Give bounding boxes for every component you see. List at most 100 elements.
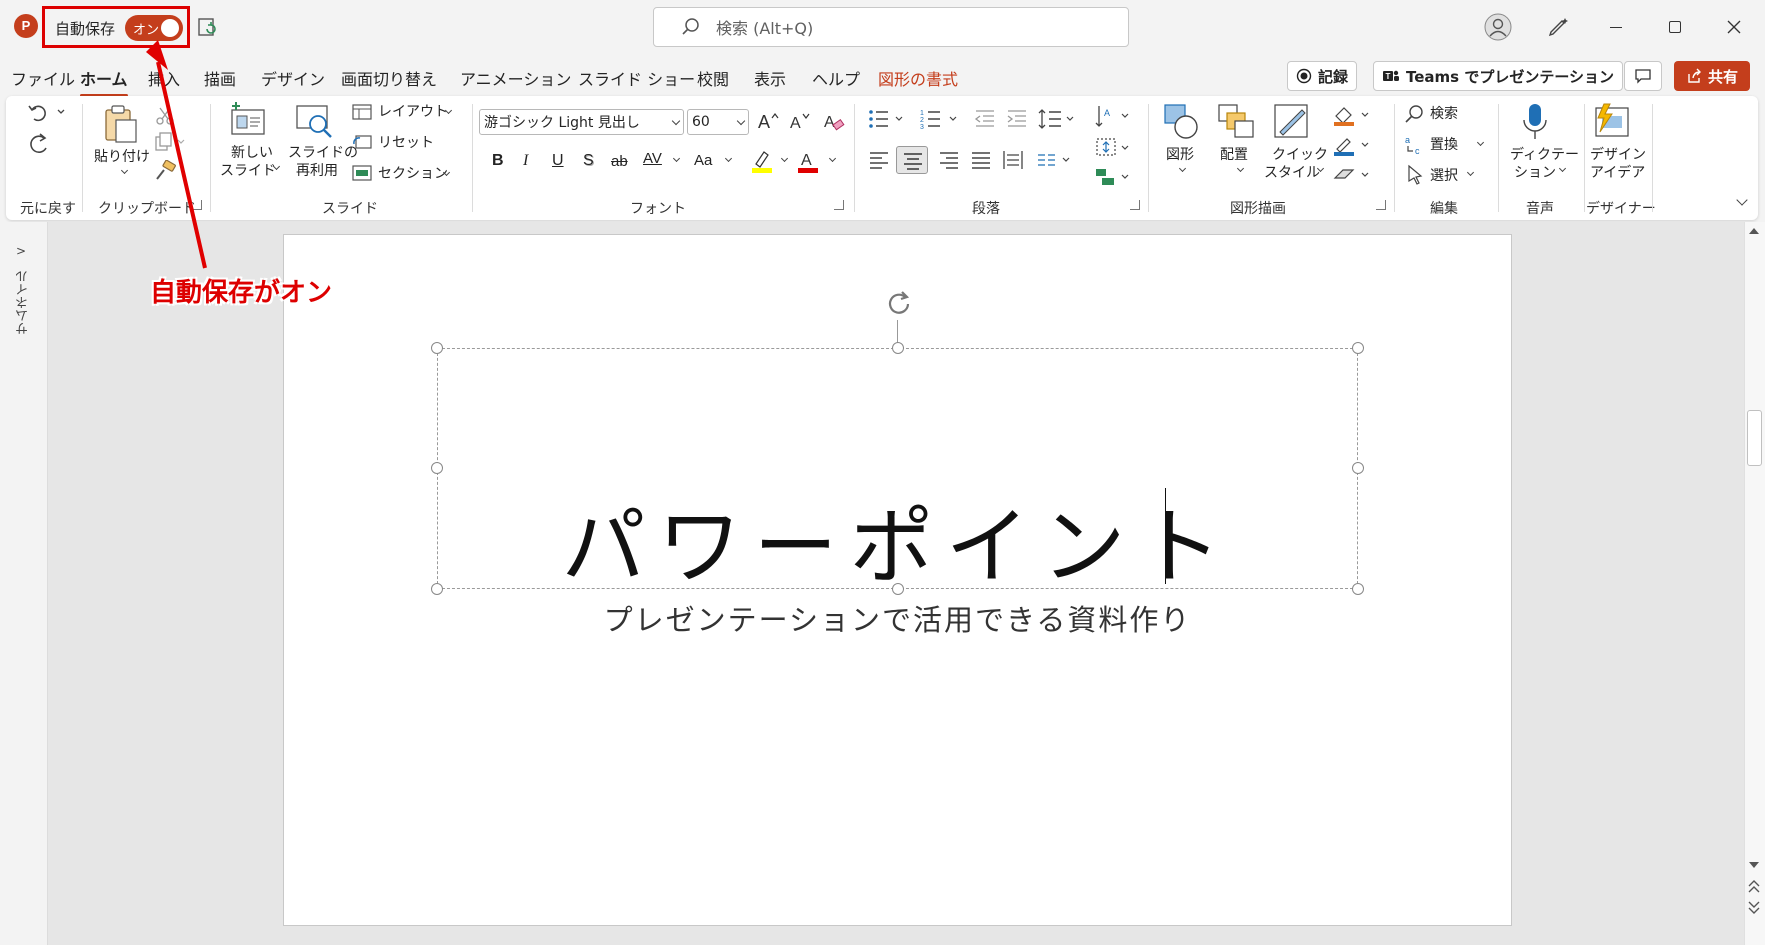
teams-present-button[interactable]: T Teams でプレゼンテーション: [1373, 61, 1624, 91]
tab-transitions[interactable]: 画面切り替え: [341, 66, 437, 90]
tab-help[interactable]: ヘルプ: [812, 66, 860, 90]
tab-draw[interactable]: 描画: [204, 66, 236, 90]
font-color-icon[interactable]: A: [796, 148, 820, 174]
tab-file[interactable]: ファイル: [11, 66, 75, 90]
dictate-dropdown-icon[interactable]: [1558, 164, 1567, 173]
replace-label[interactable]: 置換: [1430, 136, 1458, 154]
font-size-select[interactable]: 60: [687, 109, 749, 135]
paste-label[interactable]: 貼り付け: [94, 148, 150, 166]
tab-home[interactable]: ホーム: [80, 66, 128, 97]
highlight-icon[interactable]: [750, 148, 774, 174]
resize-handle-top-right[interactable]: [1352, 342, 1364, 354]
account-avatar[interactable]: [1480, 12, 1516, 42]
increase-indent-icon[interactable]: [1006, 108, 1028, 130]
select-label[interactable]: 選択: [1430, 167, 1458, 185]
drawing-launcher-icon[interactable]: [1376, 200, 1386, 210]
quick-styles-icon[interactable]: [1272, 102, 1312, 142]
shape-outline-icon[interactable]: [1332, 134, 1374, 156]
arrange-icon[interactable]: [1216, 102, 1256, 142]
resize-handle-left[interactable]: [431, 462, 443, 474]
comments-button[interactable]: [1624, 61, 1662, 91]
find-label[interactable]: 検索: [1430, 105, 1458, 123]
previous-slide-icon[interactable]: [1748, 880, 1760, 894]
tab-slideshow[interactable]: スライド ショー: [578, 66, 695, 90]
undo-icon[interactable]: [26, 102, 66, 124]
decrease-indent-icon[interactable]: [974, 108, 996, 130]
redo-icon[interactable]: [26, 132, 52, 156]
resize-handle-top-left[interactable]: [431, 342, 443, 354]
find-icon[interactable]: [1404, 104, 1426, 124]
copy-icon[interactable]: [154, 132, 188, 152]
underline-button[interactable]: U: [552, 152, 564, 170]
shapes-dropdown-icon[interactable]: [1178, 164, 1187, 173]
align-text-icon[interactable]: [1094, 136, 1134, 160]
change-case-dropdown-icon[interactable]: [724, 154, 733, 163]
shape-fill-icon[interactable]: [1332, 104, 1374, 126]
scroll-up-icon[interactable]: [1748, 226, 1760, 236]
scroll-thumb[interactable]: [1747, 410, 1762, 466]
new-slide-icon[interactable]: [228, 102, 268, 138]
new-slide-label-1[interactable]: 新しい: [231, 144, 273, 162]
clear-formatting-icon[interactable]: A: [822, 110, 846, 132]
powerpoint-app-icon[interactable]: P: [14, 14, 38, 38]
select-dropdown-icon[interactable]: [1466, 168, 1475, 177]
format-painter-icon[interactable]: [154, 160, 178, 182]
record-button[interactable]: 記録: [1287, 61, 1358, 91]
line-spacing-icon[interactable]: [1038, 108, 1078, 130]
sync-icon[interactable]: [196, 16, 218, 38]
select-icon[interactable]: [1406, 164, 1426, 186]
paragraph-launcher-icon[interactable]: [1130, 200, 1140, 210]
rotate-handle-icon[interactable]: [884, 290, 916, 320]
distributed-icon[interactable]: [1002, 150, 1024, 170]
grow-font-icon[interactable]: A: [756, 110, 780, 132]
align-center-button[interactable]: [896, 146, 928, 174]
vertical-scrollbar[interactable]: [1744, 222, 1765, 945]
tab-review[interactable]: 校閲: [697, 66, 729, 90]
section-label[interactable]: セクション: [378, 165, 448, 183]
reuse-slides-label-1[interactable]: スライドの: [288, 144, 358, 162]
shapes-label[interactable]: 図形: [1166, 146, 1194, 164]
change-case-button[interactable]: Aa: [694, 152, 712, 170]
arrange-dropdown-icon[interactable]: [1236, 164, 1245, 173]
arrange-label[interactable]: 配置: [1220, 146, 1248, 164]
shape-effects-icon[interactable]: [1332, 164, 1374, 186]
expand-thumbnails-icon[interactable]: >: [16, 244, 26, 258]
scroll-down-icon[interactable]: [1748, 860, 1760, 870]
highlight-dropdown-icon[interactable]: [780, 154, 789, 163]
shapes-icon[interactable]: [1162, 102, 1202, 142]
justify-icon[interactable]: [970, 150, 992, 170]
thumbnail-pane-label[interactable]: サムネイル: [14, 270, 33, 335]
font-launcher-icon[interactable]: [834, 200, 844, 210]
paste-icon[interactable]: [102, 104, 140, 144]
shadow-button[interactable]: S: [583, 152, 594, 170]
replace-icon[interactable]: a c: [1404, 134, 1426, 156]
quick-styles-label-2[interactable]: スタイル: [1264, 164, 1320, 182]
section-icon[interactable]: [352, 165, 372, 181]
design-ideas-label-1[interactable]: デザイン: [1590, 146, 1646, 164]
design-ideas-label-2[interactable]: アイデア: [1590, 164, 1645, 182]
italic-button[interactable]: I: [523, 152, 528, 170]
reset-icon[interactable]: [352, 134, 372, 150]
dictate-label-1[interactable]: ディクテー: [1510, 146, 1579, 164]
next-slide-icon[interactable]: [1748, 900, 1760, 914]
paste-dropdown-icon[interactable]: [120, 166, 129, 175]
font-color-dropdown-icon[interactable]: [828, 154, 837, 163]
columns-icon[interactable]: [1036, 150, 1076, 170]
designer-pen-button[interactable]: [1540, 12, 1576, 42]
text-direction-icon[interactable]: A: [1094, 104, 1134, 130]
bold-button[interactable]: B: [492, 152, 504, 170]
shrink-font-icon[interactable]: A: [788, 110, 812, 132]
resize-handle-top[interactable]: [892, 342, 904, 354]
tab-animations[interactable]: アニメーション: [460, 66, 571, 90]
smartart-icon[interactable]: [1094, 166, 1134, 188]
replace-dropdown-icon[interactable]: [1476, 138, 1485, 147]
char-spacing-button[interactable]: AV: [643, 150, 662, 168]
font-name-select[interactable]: 游ゴシック Light 見出し: [479, 109, 684, 135]
align-left-icon[interactable]: [868, 150, 890, 170]
numbering-icon[interactable]: 1 2 3: [920, 108, 962, 130]
search-box[interactable]: 検索 (Alt+Q): [653, 7, 1129, 47]
bullets-icon[interactable]: [868, 108, 908, 130]
align-right-icon[interactable]: [938, 150, 960, 170]
reuse-slides-icon[interactable]: [294, 102, 334, 140]
layout-icon[interactable]: [352, 104, 372, 120]
